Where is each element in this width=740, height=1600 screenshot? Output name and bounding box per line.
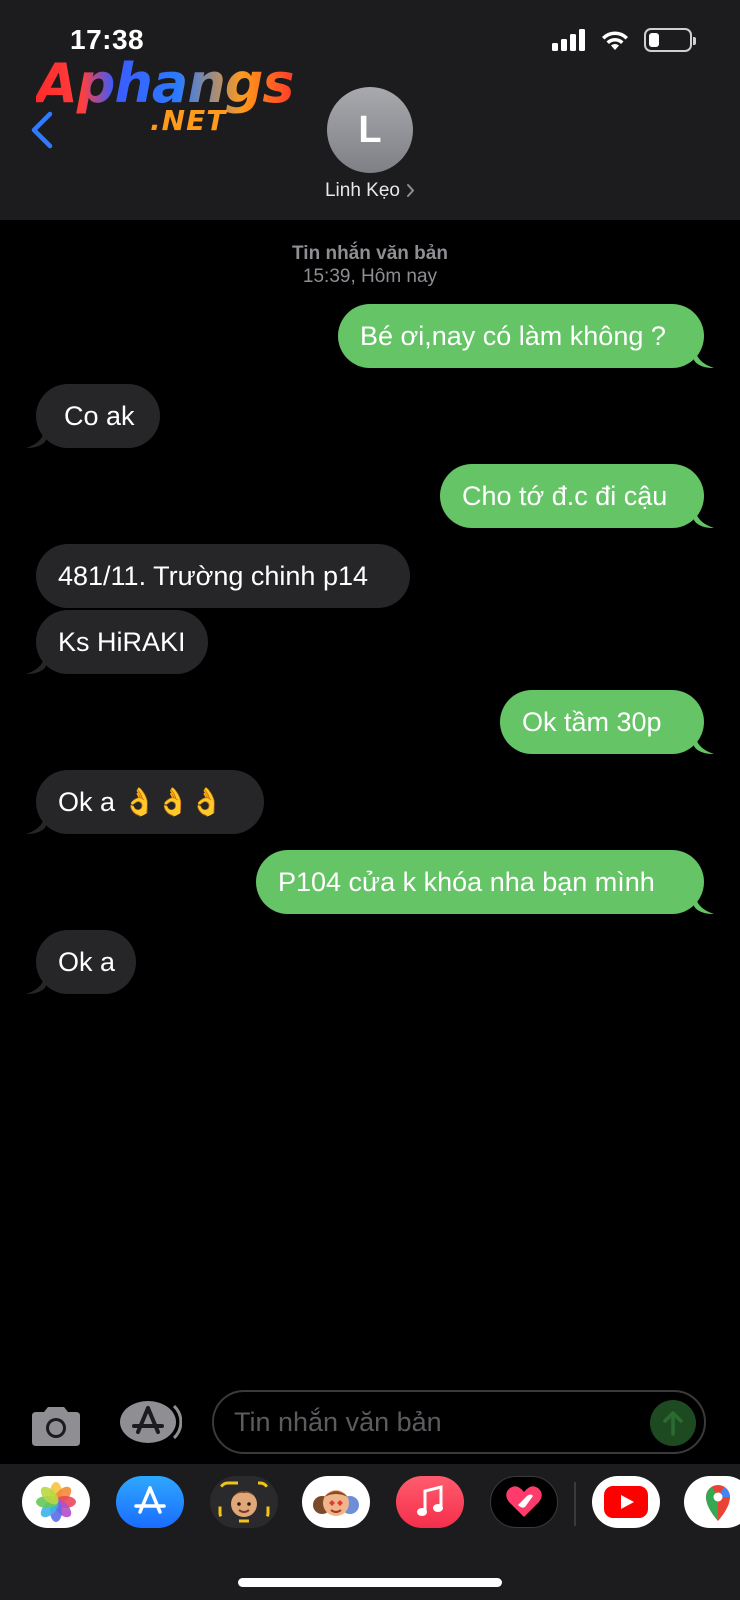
message-bubble-incoming[interactable]: Ok a <box>36 930 136 994</box>
bubble-tail <box>694 506 714 528</box>
bubble-tail <box>694 892 714 914</box>
message-text: Co ak <box>64 401 135 431</box>
conversation-timestamp: Tin nhắn văn bản 15:39, Hôm nay <box>0 242 740 288</box>
chevron-right-icon <box>407 184 415 198</box>
memoji-icon[interactable] <box>210 1476 278 1528</box>
timestamp-time: 15:39, Hôm nay <box>302 266 438 287</box>
bubble-tail <box>694 732 714 754</box>
photos-icon[interactable] <box>22 1476 90 1528</box>
message-bubble-outgoing[interactable]: Ok tầm 30p <box>500 690 704 754</box>
timestamp-title: Tin nhắn văn bản <box>292 243 448 264</box>
battery-icon <box>644 28 696 52</box>
camera-icon[interactable] <box>28 1404 84 1448</box>
message-input[interactable] <box>234 1392 634 1452</box>
google-maps-icon[interactable] <box>684 1476 740 1528</box>
message-bubble-incoming[interactable]: Co ak <box>36 384 160 448</box>
contact-name: Linh Kẹo <box>324 180 400 201</box>
chevron-left-icon[interactable] <box>24 108 60 152</box>
music-icon[interactable] <box>396 1476 464 1528</box>
message-text: Ok a <box>58 947 116 977</box>
home-indicator[interactable] <box>238 1578 502 1587</box>
message-bubble-incoming[interactable]: Ok a 👌👌👌 <box>36 770 264 834</box>
wifi-icon <box>602 31 628 50</box>
bubble-tail <box>26 812 46 834</box>
message-text: Ks HiRAKI <box>58 627 186 657</box>
watermark-logo: Aphangs .NET <box>36 54 295 138</box>
message-text: P104 cửa k khóa nha bạn mình <box>278 867 655 897</box>
digital-touch-icon[interactable] <box>490 1476 558 1528</box>
message-text: 481/11. Trường chinh p14 <box>58 561 368 591</box>
message-bubble-incoming[interactable]: 481/11. Trường chinh p14 <box>36 544 410 608</box>
message-bubble-incoming[interactable]: Ks HiRAKI <box>36 610 208 674</box>
message-bubble-outgoing[interactable]: Cho tớ đ.c đi cậu <box>440 464 704 528</box>
bubble-tail <box>694 346 714 368</box>
app-store-icon[interactable] <box>120 1400 182 1444</box>
message-text: Bé ơi,nay có làm không ? <box>360 321 666 351</box>
signal-bars-icon <box>552 29 585 51</box>
drawer-divider <box>574 1482 576 1526</box>
message-text: Cho tớ đ.c đi cậu <box>462 481 668 511</box>
watermark-sub: .NET <box>150 104 227 137</box>
battery-level <box>649 33 659 47</box>
message-input-field[interactable] <box>212 1390 706 1454</box>
animoji-stickers-icon[interactable] <box>302 1476 370 1528</box>
send-arrow-icon <box>663 1411 683 1436</box>
app-store-icon[interactable] <box>116 1476 184 1528</box>
avatar[interactable]: L <box>327 87 413 173</box>
conversation-header: 17:38 Aphangs .NET L Linh Kẹo <box>0 0 740 220</box>
status-icons <box>552 28 696 52</box>
message-bubble-outgoing[interactable]: Bé ơi,nay có làm không ? <box>338 304 704 368</box>
message-text: Ok tầm 30p <box>522 707 662 737</box>
bubble-tail <box>26 972 46 994</box>
message-composer <box>0 1390 740 1458</box>
bubble-tail <box>26 652 46 674</box>
bubble-tail <box>26 426 46 448</box>
youtube-icon[interactable] <box>592 1476 660 1528</box>
contact-name-button[interactable]: Linh Kẹo <box>0 180 740 202</box>
send-button[interactable] <box>650 1400 696 1446</box>
message-text: Ok a 👌👌👌 <box>58 787 224 817</box>
message-bubble-outgoing[interactable]: P104 cửa k khóa nha bạn mình <box>256 850 704 914</box>
